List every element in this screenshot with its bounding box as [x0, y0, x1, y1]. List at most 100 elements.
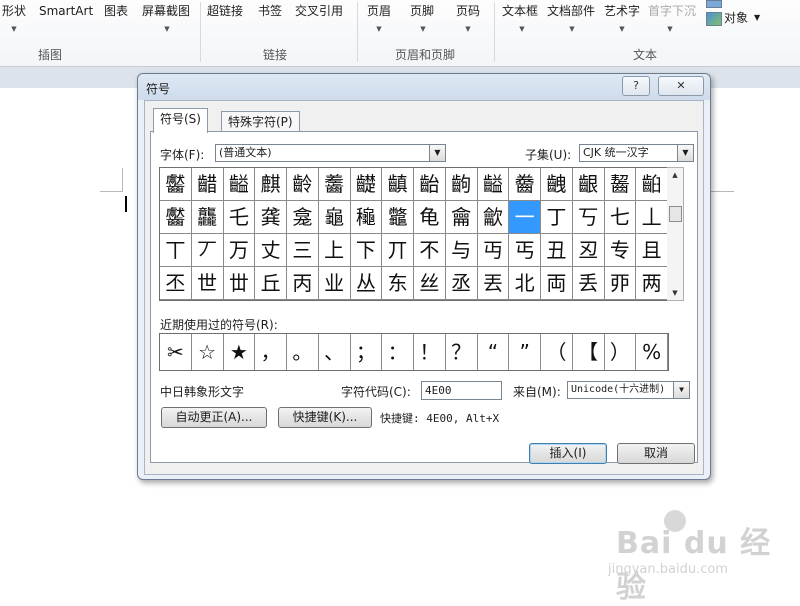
symbol-cell[interactable]: 丄 — [636, 201, 668, 234]
symbol-cell[interactable]: 丁 — [541, 201, 573, 234]
symbol-cell[interactable]: 万 — [223, 234, 256, 267]
symbol-cell[interactable]: 丞 — [445, 267, 478, 300]
symbol-cell[interactable]: 丂 — [572, 201, 605, 234]
symbol-cell[interactable]: 丝 — [414, 267, 446, 300]
tab-symbols[interactable]: 符号(S) — [153, 108, 208, 133]
symbol-cell[interactable]: 龝 — [350, 201, 383, 234]
recent-symbol-cell[interactable]: ☆ — [192, 334, 224, 370]
bookmark-button[interactable]: 书签 — [258, 4, 282, 18]
scroll-thumb[interactable] — [669, 206, 682, 222]
symbol-cell[interactable]: 业 — [318, 267, 351, 300]
dialog-titlebar[interactable]: 符号 ? ✕ — [138, 74, 710, 100]
chevron-down-icon[interactable]: ▼ — [673, 382, 689, 398]
chevron-down-icon[interactable]: ▼ — [418, 24, 428, 34]
symbol-cell[interactable]: 齝 — [414, 168, 446, 201]
symbol-cell[interactable]: 上 — [318, 234, 351, 267]
recent-symbol-cell[interactable]: ； — [351, 334, 383, 370]
symbol-cell[interactable]: 丣 — [604, 267, 637, 300]
symbol-cell[interactable]: 龘 — [191, 201, 224, 234]
symbol-cell[interactable]: 龚 — [255, 201, 287, 234]
page-number-button[interactable]: 页码 — [456, 4, 480, 18]
footer-button[interactable]: 页脚 — [410, 4, 434, 18]
symbol-cell[interactable]: 齻 — [382, 168, 414, 201]
object-button[interactable]: 对象 — [724, 11, 748, 25]
symbol-cell[interactable]: 丘 — [255, 267, 287, 300]
symbol-cell[interactable]: 齰 — [191, 168, 224, 201]
help-button[interactable]: ? — [622, 76, 650, 96]
symbol-cell[interactable]: 齸 — [477, 168, 510, 201]
symbol-cell[interactable]: 両 — [541, 267, 573, 300]
symbol-cell[interactable]: 龠 — [445, 201, 478, 234]
symbol-cell[interactable]: 丅 — [160, 234, 192, 267]
symbol-cell[interactable]: 丗 — [223, 267, 256, 300]
shape-button[interactable]: 形状 — [2, 4, 26, 18]
cancel-button[interactable]: 取消 — [617, 443, 695, 464]
scroll-up-icon[interactable]: ▲ — [667, 168, 683, 182]
symbol-cell[interactable]: 两 — [636, 267, 668, 300]
symbol-cell[interactable]: 丒 — [572, 234, 605, 267]
textbox-button[interactable]: 文本框 — [502, 4, 538, 18]
scroll-down-icon[interactable]: ▼ — [667, 286, 683, 300]
subset-select[interactable]: CJK 统一汉字 ▼ — [579, 144, 694, 162]
symbol-cell[interactable]: 丐 — [509, 234, 541, 267]
symbol-cell[interactable]: 丛 — [350, 267, 383, 300]
symbol-cell[interactable]: 齹 — [318, 168, 351, 201]
symbol-cell[interactable]: 龞 — [382, 201, 414, 234]
symbol-cell[interactable]: 不 — [414, 234, 446, 267]
hyperlink-button[interactable]: 超链接 — [207, 4, 243, 18]
symbol-cell[interactable]: 与 — [445, 234, 478, 267]
close-button[interactable]: ✕ — [658, 76, 704, 96]
symbol-cell[interactable]: 龟 — [414, 201, 446, 234]
symbol-cell[interactable]: 龛 — [287, 201, 319, 234]
char-code-input[interactable]: 4E00 — [421, 381, 502, 400]
symbol-cell[interactable]: 且 — [636, 234, 668, 267]
recent-symbols-row[interactable]: ✂ ☆ ★，。、；：！？ “” （【）% — [159, 333, 669, 371]
recent-symbol-cell[interactable]: ★ — [224, 334, 256, 370]
symbol-cell[interactable]: 齥 — [541, 168, 573, 201]
chevron-down-icon[interactable]: ▼ — [754, 11, 760, 25]
chevron-down-icon[interactable]: ▼ — [517, 24, 527, 34]
recent-symbol-cell[interactable]: % — [636, 334, 668, 370]
symbol-cell[interactable]: 齧 — [604, 168, 637, 201]
symbol-cell[interactable]: 龜 — [318, 201, 351, 234]
insert-button[interactable]: 插入(I) — [529, 443, 607, 464]
symbol-cell[interactable]: 下 — [350, 234, 383, 267]
chevron-down-icon[interactable]: ▼ — [162, 24, 172, 34]
chevron-down-icon[interactable]: ▼ — [567, 24, 577, 34]
symbol-cell[interactable]: 丟 — [477, 267, 510, 300]
recent-symbol-cell[interactable]: 、 — [319, 334, 351, 370]
symbol-grid-scrollbar[interactable]: ▲ ▼ — [667, 167, 684, 301]
signature-line-icon[interactable] — [706, 0, 722, 8]
symbol-cell[interactable]: 齤 — [509, 168, 541, 201]
symbol-cell[interactable]: 三 — [287, 234, 319, 267]
recent-symbol-cell[interactable]: “ — [478, 334, 510, 370]
chevron-down-icon[interactable]: ▼ — [665, 24, 675, 34]
chevron-down-icon[interactable]: ▼ — [463, 24, 473, 34]
symbol-cell[interactable]: 专 — [604, 234, 637, 267]
recent-symbol-cell[interactable]: ！ — [414, 334, 446, 370]
chart-button[interactable]: 图表 — [104, 4, 128, 18]
recent-symbol-cell[interactable]: ” — [509, 334, 541, 370]
drop-cap-button[interactable]: 首字下沉 — [648, 4, 696, 18]
symbol-cell[interactable]: 乇 — [223, 201, 256, 234]
header-button[interactable]: 页眉 — [367, 4, 391, 18]
symbol-cell[interactable]: 丈 — [255, 234, 287, 267]
symbol-cell[interactable]: 一 — [509, 201, 541, 234]
font-select[interactable]: (普通文本) ▼ — [215, 144, 446, 162]
symbol-cell[interactable]: 世 — [191, 267, 224, 300]
symbol-cell[interactable]: 齼 — [350, 168, 383, 201]
chevron-down-icon[interactable]: ▼ — [677, 145, 693, 161]
recent-symbol-cell[interactable]: ， — [255, 334, 287, 370]
recent-symbol-cell[interactable]: ） — [605, 334, 637, 370]
symbol-cell[interactable]: 丕 — [160, 267, 192, 300]
symbol-cell[interactable]: 丏 — [477, 234, 510, 267]
recent-symbol-cell[interactable]: ： — [382, 334, 414, 370]
chevron-down-icon[interactable]: ▼ — [374, 24, 384, 34]
symbol-cell[interactable]: 麒 — [255, 168, 287, 201]
symbol-cell[interactable]: 齨 — [636, 168, 668, 201]
symbol-cell[interactable]: 龡 — [477, 201, 510, 234]
autocorrect-button[interactable]: 自动更正(A)... — [161, 407, 267, 428]
screenshot-button[interactable]: 屏幕截图 — [142, 4, 190, 18]
symbol-grid[interactable]: 齾齰齸麒齡齹齼齻齝齣齸齤齥齦齧齨齾龘乇龚龛龜龝龞龟龠龡一丁丂七丄丅丆万丈三上下丌… — [159, 167, 669, 301]
symbol-cell[interactable]: 齣 — [445, 168, 478, 201]
